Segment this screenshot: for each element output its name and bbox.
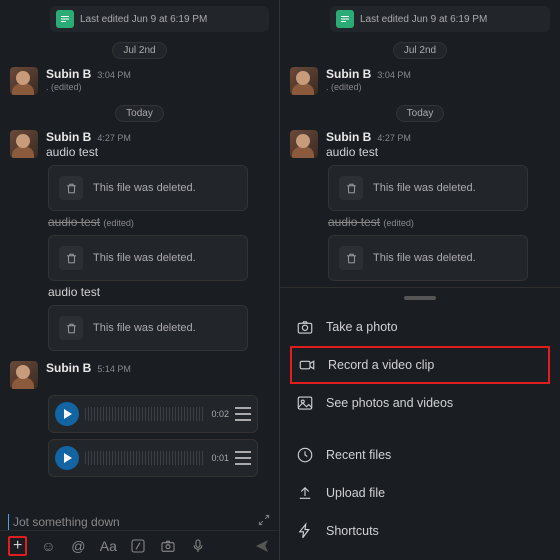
camera-icon[interactable] [159, 537, 177, 555]
play-button[interactable] [55, 446, 79, 470]
lightning-icon [296, 522, 314, 540]
last-edited-banner: Last edited Jun 9 at 6:19 PM [330, 6, 550, 32]
recent-files-option[interactable]: Recent files [280, 436, 560, 474]
chat-pane-left: Last edited Jun 9 at 6:19 PM Jul 2nd Sub… [0, 0, 280, 560]
format-icon[interactable]: Aa [99, 537, 117, 555]
message-row: Subin B 3:04 PM . (edited) [0, 63, 279, 95]
message-row: Subin B 4:27 PM audio test [0, 126, 279, 159]
attach-button[interactable]: + [8, 536, 27, 556]
last-edited-text: Last edited Jun 9 at 6:19 PM [80, 14, 207, 25]
sender-name[interactable]: Subin B [46, 130, 91, 144]
doc-icon [336, 10, 354, 28]
take-photo-option[interactable]: Take a photo [280, 308, 560, 346]
audio-elapsed: 0:02 [211, 409, 229, 419]
sender-name[interactable]: Subin B [46, 67, 91, 81]
deleted-file-card: This file was deleted. [48, 165, 248, 211]
avatar[interactable] [10, 130, 38, 158]
message-time: 4:27 PM [97, 133, 131, 143]
clock-icon [296, 446, 314, 464]
audio-menu-icon[interactable] [235, 407, 251, 421]
expand-icon[interactable] [257, 513, 271, 530]
mention-icon[interactable]: @ [69, 537, 87, 555]
waveform[interactable] [85, 407, 205, 421]
date-divider-today: Today [0, 105, 279, 122]
record-video-option[interactable]: Record a video clip [290, 346, 550, 384]
message-text: . (edited) [46, 82, 131, 92]
see-photos-option[interactable]: See photos and videos [280, 384, 560, 422]
trash-icon [59, 246, 83, 270]
audio-clip[interactable]: 0:02 [48, 395, 258, 433]
waveform[interactable] [85, 451, 205, 465]
play-button[interactable] [55, 402, 79, 426]
deleted-file-text: This file was deleted. [93, 182, 196, 194]
avatar[interactable] [10, 361, 38, 389]
shortcuts-option[interactable]: Shortcuts [280, 512, 560, 550]
upload-icon [296, 484, 314, 502]
message-row: Subin B 5:14 PM [0, 357, 279, 389]
attachment-sheet: Take a photo Record a video clip See pho… [280, 287, 560, 560]
message-input[interactable]: Jot something down [8, 513, 271, 530]
audio-elapsed: 0:01 [211, 453, 229, 463]
date-divider-jul2: Jul 2nd [0, 42, 279, 59]
deleted-file-card: This file was deleted. [48, 235, 248, 281]
chat-pane-right: Last edited Jun 9 at 6:19 PM Jul 2nd Sub… [280, 0, 560, 560]
sender-name[interactable]: Subin B [46, 361, 91, 375]
deleted-file-text: This file was deleted. [93, 322, 196, 334]
last-edited-banner: Last edited Jun 9 at 6:19 PM [50, 6, 269, 32]
slash-icon[interactable] [129, 537, 147, 555]
doc-icon [56, 10, 74, 28]
video-icon [298, 356, 316, 374]
emoji-icon[interactable]: ☺ [39, 537, 57, 555]
avatar[interactable] [10, 67, 38, 95]
text-cursor [8, 514, 9, 530]
message-text-edited: audio test (edited) [0, 215, 279, 229]
message-text: audio test [46, 145, 131, 159]
trash-icon [59, 316, 83, 340]
deleted-file-card: This file was deleted. [48, 305, 248, 351]
message-placeholder: Jot something down [13, 515, 120, 529]
message-time: 3:04 PM [97, 70, 131, 80]
message-text: audio test [0, 285, 279, 299]
audio-menu-icon[interactable] [235, 451, 251, 465]
sheet-grabber[interactable] [404, 296, 436, 300]
upload-file-option[interactable]: Upload file [280, 474, 560, 512]
send-button[interactable] [253, 537, 271, 555]
gallery-icon [296, 394, 314, 412]
camera-icon [296, 318, 314, 336]
audio-clip[interactable]: 0:01 [48, 439, 258, 477]
message-time: 5:14 PM [97, 364, 131, 374]
deleted-file-text: This file was deleted. [93, 252, 196, 264]
mic-icon[interactable] [189, 537, 207, 555]
trash-icon [59, 176, 83, 200]
composer-toolbar: + ☺ @ Aa [0, 530, 279, 560]
